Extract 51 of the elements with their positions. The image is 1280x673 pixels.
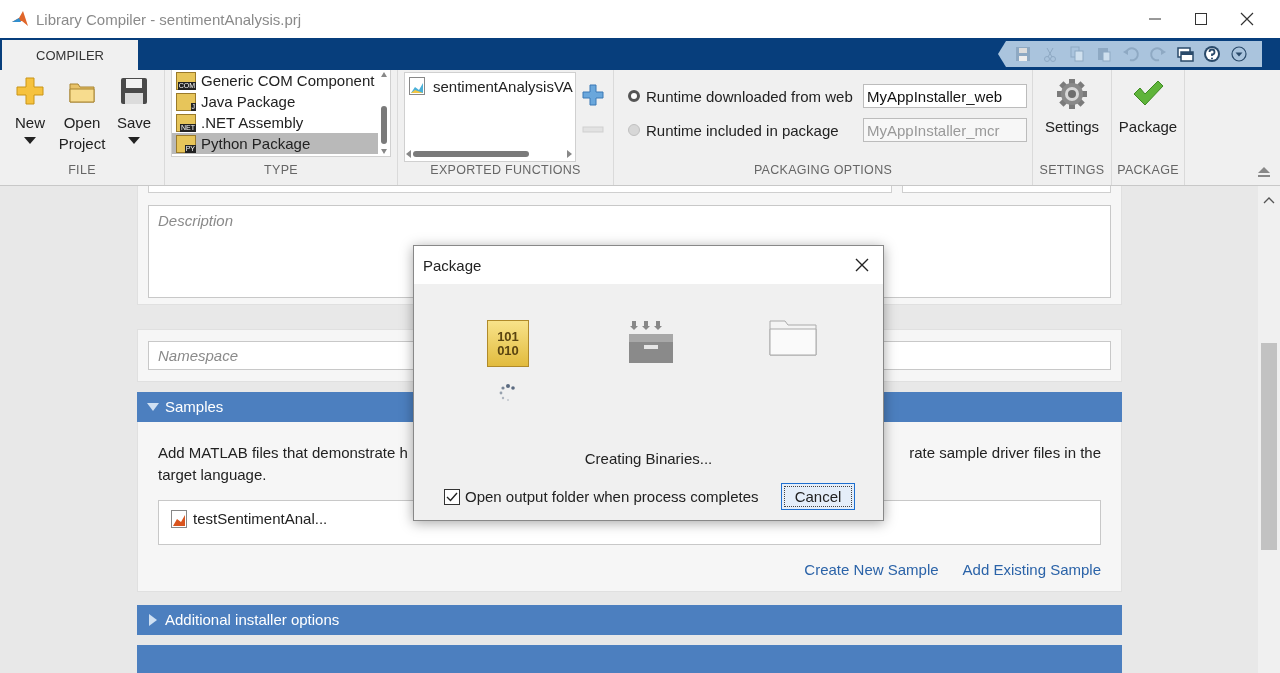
description-text: Add MATLAB files that demonstrate h (158, 442, 408, 463)
window-layout-icon[interactable] (1176, 45, 1194, 63)
settings-icon (1056, 78, 1088, 110)
window-title: Library Compiler - sentimentAnalysis.prj (36, 10, 303, 28)
matlab-file-icon (171, 509, 187, 528)
binary-file-icon: 101 010 (487, 320, 529, 367)
text-field[interactable] (148, 186, 892, 193)
group-label: SETTINGS (1038, 163, 1106, 179)
package-button[interactable]: Package (1118, 78, 1178, 163)
help-icon[interactable] (1203, 45, 1221, 63)
file-name[interactable]: testSentimentAnal... (193, 510, 328, 528)
cancel-button[interactable]: Cancel (781, 483, 855, 510)
function-name[interactable]: sentimentAnalysisVA (433, 77, 573, 95)
save-icon (119, 76, 149, 106)
description-text: target language. (158, 464, 268, 485)
section-header[interactable]: Additional installer options (137, 604, 1122, 635)
group-label: PACKAGING OPTIONS (752, 163, 894, 179)
checkbox-label: Open output folder when process completes (465, 488, 759, 505)
close-icon[interactable] (1240, 12, 1254, 26)
ribbon-button[interactable]: Open Project (57, 76, 107, 163)
group-label: EXPORTED FUNCTIONS (429, 163, 582, 179)
ribbon-button[interactable]: New (5, 76, 55, 163)
group-label: TYPE (263, 163, 299, 179)
function-file-icon (409, 77, 425, 95)
dropdown-icon[interactable] (1230, 45, 1248, 63)
link[interactable]: Create New Sample (804, 560, 939, 578)
checkmark-icon (446, 491, 458, 502)
description-text: rate sample driver files in the (909, 442, 1101, 463)
radio-button[interactable]: Runtime downloaded from web (628, 87, 863, 105)
group-label: PACKAGE (1116, 163, 1180, 179)
archive-box-icon (627, 320, 674, 364)
link[interactable]: Add Existing Sample (962, 560, 1101, 578)
group-label: FILE (67, 163, 97, 179)
ribbon-button[interactable]: Save (109, 76, 159, 163)
folder-icon (769, 320, 817, 356)
scrollbar-drawing[interactable] (1258, 186, 1280, 673)
app-logo-icon (10, 9, 30, 29)
add-icon[interactable] (582, 84, 604, 106)
plus-icon (15, 76, 45, 106)
close-icon[interactable] (855, 258, 869, 272)
section-header[interactable] (137, 644, 1122, 673)
scrollbar-drawing[interactable] (378, 70, 390, 156)
ribbon-tab[interactable]: COMPILER (2, 40, 138, 70)
maximize-icon[interactable] (1194, 12, 1208, 26)
checkbox[interactable] (444, 488, 460, 505)
dialog-title: Package (423, 256, 482, 274)
scrollbar-drawing[interactable] (405, 149, 573, 159)
status-text: Creating Binaries... (583, 450, 714, 467)
text-field[interactable] (902, 186, 1111, 193)
settings-button[interactable]: Settings (1042, 78, 1102, 163)
installer-name-field[interactable]: MyAppInstaller_web (863, 84, 1027, 108)
